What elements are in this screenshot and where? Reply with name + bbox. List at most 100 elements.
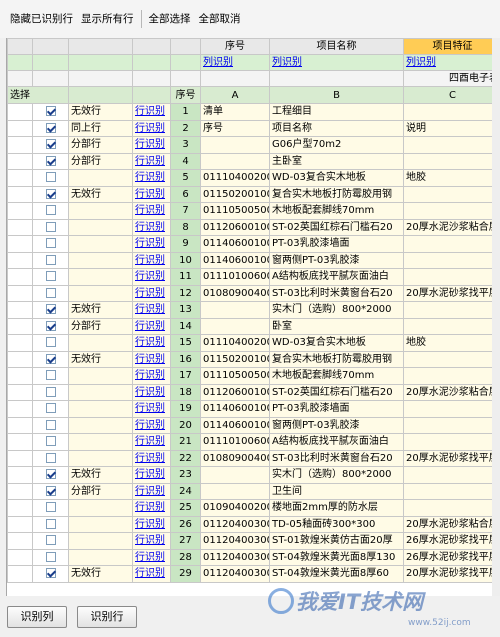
row-select-cell[interactable] [32, 169, 69, 187]
vertical-scrollbar[interactable] [492, 38, 500, 596]
identify-row-link[interactable]: 行识别 [135, 453, 165, 464]
row-select-checkbox[interactable] [45, 436, 56, 447]
row-select-checkbox[interactable] [45, 221, 56, 232]
row-select-checkbox[interactable] [45, 485, 56, 496]
row-identify-cell[interactable]: 行识别 [132, 218, 171, 236]
row-identify-cell[interactable]: 行识别 [132, 119, 171, 137]
identify-row-link[interactable]: 行识别 [135, 552, 165, 563]
identify-row-link[interactable]: 行识别 [135, 139, 165, 150]
identify-columns-button[interactable]: 识别列 [7, 605, 67, 628]
row-select-checkbox[interactable] [45, 304, 56, 315]
show-all-rows-button[interactable]: 显示所有行 [77, 10, 138, 28]
row-identify-cell[interactable]: 行识别 [132, 185, 171, 203]
row-select-cell[interactable] [32, 548, 69, 566]
identify-column-feature-link[interactable]: 列识别 [406, 57, 436, 68]
identify-row-link[interactable]: 行识别 [135, 304, 165, 315]
identify-row-link[interactable]: 行识别 [135, 288, 165, 299]
row-select-checkbox[interactable] [45, 502, 56, 513]
row-select-checkbox[interactable] [45, 320, 56, 331]
identify-column-name-link[interactable]: 列识别 [272, 57, 302, 68]
row-identify-cell[interactable]: 行识别 [132, 400, 171, 418]
identify-row-link[interactable]: 行识别 [135, 189, 165, 200]
row-identify-cell[interactable]: 行识别 [132, 301, 171, 319]
identify-row-link[interactable]: 行识别 [135, 519, 165, 530]
deselect-all-button[interactable]: 全部取消 [195, 10, 245, 28]
row-select-checkbox[interactable] [45, 172, 56, 183]
identify-row-link[interactable]: 行识别 [135, 436, 165, 447]
row-select-checkbox[interactable] [45, 188, 56, 199]
row-select-cell[interactable] [32, 449, 69, 467]
identify-row-link[interactable]: 行识别 [135, 403, 165, 414]
identify-row-link[interactable]: 行识别 [135, 222, 165, 233]
row-identify-cell[interactable]: 行识别 [132, 449, 171, 467]
row-select-cell[interactable] [32, 136, 69, 154]
row-select-cell[interactable] [32, 499, 69, 517]
row-select-checkbox[interactable] [45, 469, 56, 480]
row-select-cell[interactable] [32, 185, 69, 203]
identify-row-link[interactable]: 行识别 [135, 420, 165, 431]
row-select-cell[interactable] [32, 152, 69, 170]
row-identify-cell[interactable]: 行识别 [132, 499, 171, 517]
hide-identified-button[interactable]: 隐藏已识别行 [6, 10, 77, 28]
row-select-checkbox[interactable] [45, 139, 56, 150]
identify-row-link[interactable]: 行识别 [135, 271, 165, 282]
row-identify-cell[interactable]: 行识别 [132, 532, 171, 550]
row-select-cell[interactable] [32, 235, 69, 253]
identify-row-link[interactable]: 行识别 [135, 502, 165, 513]
row-select-cell[interactable] [32, 251, 69, 269]
row-identify-cell[interactable]: 行识别 [132, 152, 171, 170]
row-identify-cell[interactable]: 行识别 [132, 169, 171, 187]
row-identify-cell[interactable]: 行识别 [132, 136, 171, 154]
row-identify-cell[interactable]: 行识别 [132, 202, 171, 220]
row-identify-cell[interactable]: 行识别 [132, 548, 171, 566]
row-select-cell[interactable] [32, 103, 69, 121]
identify-row-link[interactable]: 行识别 [135, 205, 165, 216]
identify-row-link[interactable]: 行识别 [135, 156, 165, 167]
row-identify-cell[interactable]: 行识别 [132, 416, 171, 434]
row-identify-cell[interactable]: 行识别 [132, 482, 171, 500]
row-identify-cell[interactable]: 行识别 [132, 284, 171, 302]
row-select-checkbox[interactable] [45, 122, 56, 133]
row-select-checkbox[interactable] [45, 353, 56, 364]
row-identify-cell[interactable]: 行识别 [132, 103, 171, 121]
identify-row-link[interactable]: 行识别 [135, 486, 165, 497]
select-all-button[interactable]: 全部选择 [145, 10, 195, 28]
identify-row-link[interactable]: 行识别 [135, 337, 165, 348]
row-select-checkbox[interactable] [45, 287, 56, 298]
row-identify-cell[interactable]: 行识别 [132, 433, 171, 451]
row-select-cell[interactable] [32, 515, 69, 533]
identify-rows-button[interactable]: 识别行 [77, 605, 137, 628]
identify-row-link[interactable]: 行识别 [135, 106, 165, 117]
row-select-cell[interactable] [32, 433, 69, 451]
identify-row-link[interactable]: 行识别 [135, 370, 165, 381]
row-select-cell[interactable] [32, 383, 69, 401]
identify-row-link[interactable]: 行识别 [135, 172, 165, 183]
row-select-checkbox[interactable] [45, 386, 56, 397]
identify-row-link[interactable]: 行识别 [135, 354, 165, 365]
row-select-cell[interactable] [32, 565, 69, 583]
row-identify-cell[interactable]: 行识别 [132, 235, 171, 253]
row-identify-cell[interactable]: 行识别 [132, 268, 171, 286]
row-identify-cell[interactable]: 行识别 [132, 466, 171, 484]
row-select-cell[interactable] [32, 367, 69, 385]
row-identify-cell[interactable]: 行识别 [132, 383, 171, 401]
row-identify-cell[interactable]: 行识别 [132, 334, 171, 352]
identify-row-link[interactable]: 行识别 [135, 321, 165, 332]
identify-column-seq-link[interactable]: 列识别 [203, 57, 233, 68]
row-select-checkbox[interactable] [45, 518, 56, 529]
row-select-cell[interactable] [32, 119, 69, 137]
row-identify-cell[interactable]: 行识别 [132, 565, 171, 583]
row-select-checkbox[interactable] [45, 419, 56, 430]
row-select-cell[interactable] [32, 482, 69, 500]
row-select-checkbox[interactable] [45, 452, 56, 463]
row-select-checkbox[interactable] [45, 205, 56, 216]
identify-row-link[interactable]: 行识别 [135, 387, 165, 398]
row-select-cell[interactable] [32, 301, 69, 319]
row-select-checkbox[interactable] [45, 551, 56, 562]
row-select-cell[interactable] [32, 416, 69, 434]
identify-row-link[interactable]: 行识别 [135, 255, 165, 266]
row-select-checkbox[interactable] [45, 238, 56, 249]
row-select-cell[interactable] [32, 532, 69, 550]
identify-row-link[interactable]: 行识别 [135, 123, 165, 134]
identify-row-link[interactable]: 行识别 [135, 535, 165, 546]
